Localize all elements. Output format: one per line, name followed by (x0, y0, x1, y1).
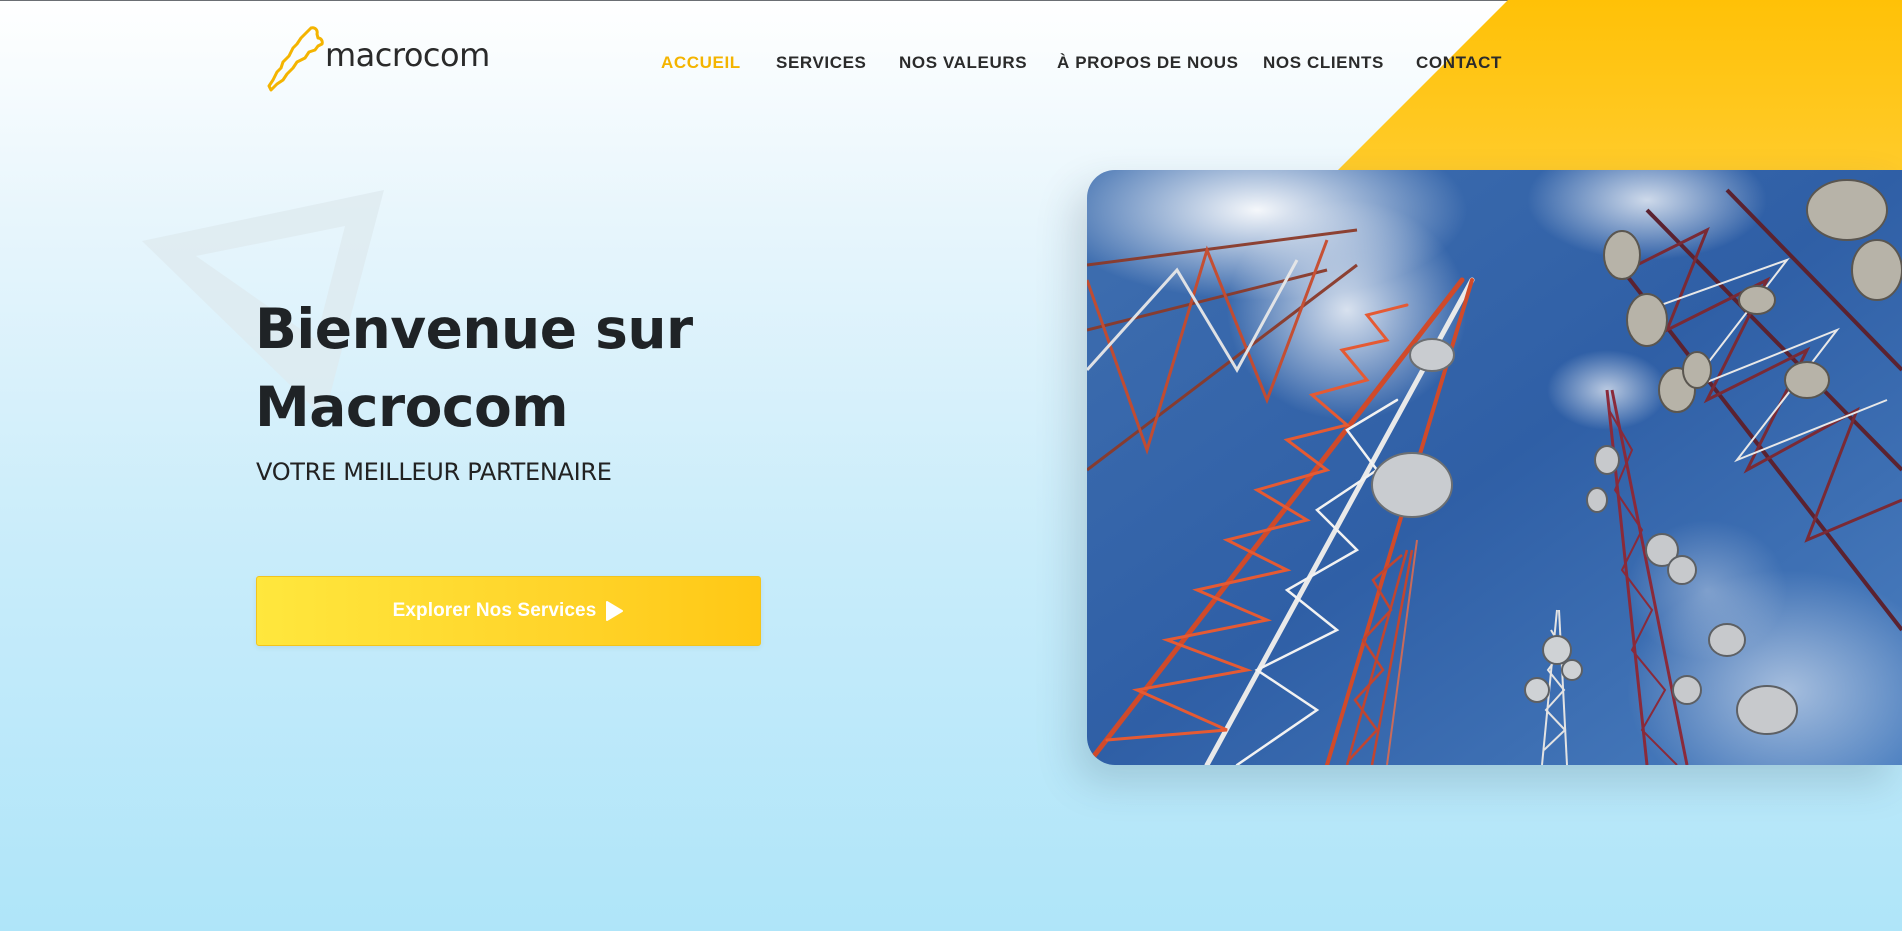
brand-name: macrocom (325, 36, 490, 74)
site-header: macrocom ACCUEIL SERVICES NOS VALEURS À … (0, 0, 1902, 120)
hero-image-telecom-towers (1087, 170, 1902, 765)
telecom-towers-illustration (1087, 170, 1902, 765)
nav-nos-clients[interactable]: NOS CLIENTS (1263, 53, 1384, 73)
site-logo[interactable]: macrocom (263, 24, 490, 92)
explore-services-button[interactable]: Explorer Nos Services (256, 576, 761, 646)
play-icon (606, 601, 624, 621)
hero-title-line2: Macrocom (255, 375, 569, 439)
hero-title-line1: Bienvenue sur (255, 297, 693, 361)
nav-contact[interactable]: CONTACT (1416, 53, 1502, 73)
nav-a-propos[interactable]: À PROPOS DE NOUS (1057, 53, 1239, 73)
nav-nos-valeurs[interactable]: NOS VALEURS (899, 53, 1027, 73)
morocco-map-logo-icon (267, 26, 324, 92)
nav-services[interactable]: SERVICES (776, 53, 866, 73)
cta-label: Explorer Nos Services (392, 600, 597, 621)
nav-accueil[interactable]: ACCUEIL (661, 53, 741, 73)
hero-title: Bienvenue sur Macrocom (255, 290, 855, 446)
hero-subtitle: VOTRE MEILLEUR PARTENAIRE (256, 458, 612, 486)
